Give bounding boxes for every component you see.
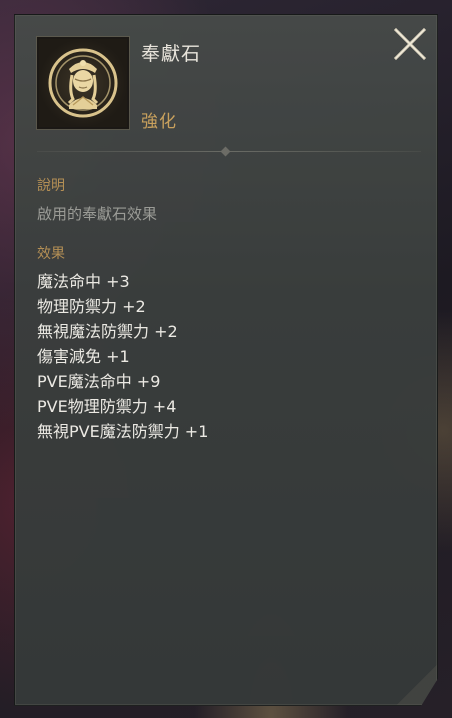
goddess-statue-icon: [39, 39, 127, 127]
close-button[interactable]: [393, 27, 427, 61]
divider-ornament: [220, 146, 231, 157]
effect-item: 物理防禦力 +2: [37, 297, 146, 316]
effects-list: 魔法命中 +3 物理防禦力 +2 無視魔法防禦力 +2 傷害減免 +1 PVE魔…: [37, 269, 208, 444]
item-tooltip-panel: 奉獻石 強化 說明 啟用的奉獻石效果 效果 魔法命中 +3 物理防禦力 +2 無…: [14, 14, 438, 706]
effects-label: 效果: [37, 246, 65, 262]
effect-item: 無視魔法防禦力 +2: [37, 322, 178, 341]
effect-item: 魔法命中 +3: [37, 272, 130, 291]
effect-item: 傷害減免 +1: [37, 347, 130, 366]
item-icon-frame: [37, 37, 129, 129]
effect-item: 無視PVE魔法防禦力 +1: [37, 422, 209, 441]
description-label: 說明: [37, 178, 65, 194]
effect-item: PVE物理防禦力 +4: [37, 397, 177, 416]
item-name: 奉獻石: [141, 43, 202, 65]
item-type: 強化: [141, 112, 177, 132]
effect-item: PVE魔法命中 +9: [37, 372, 161, 391]
description-text: 啟用的奉獻石效果: [37, 205, 158, 223]
close-x-icon: [393, 27, 427, 61]
